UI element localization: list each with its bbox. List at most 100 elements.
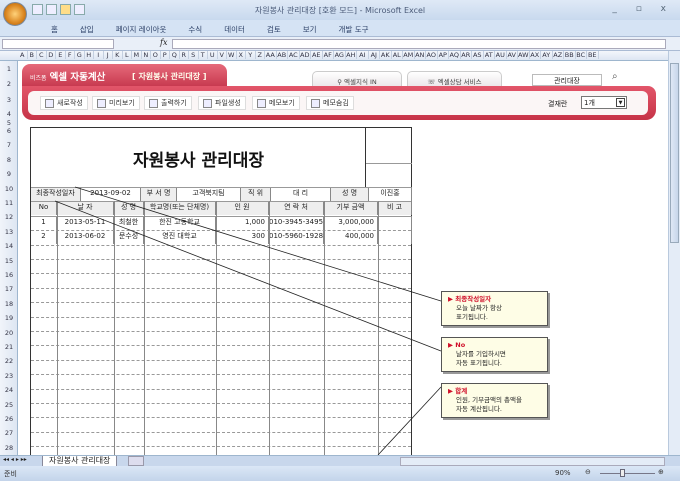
zoom-out-icon[interactable]: ⊖ <box>585 468 591 476</box>
ribbon-tab[interactable]: 개발 도구 <box>328 20 380 36</box>
column-header[interactable]: AH <box>346 51 357 59</box>
row-header[interactable]: 13 <box>0 228 18 236</box>
vertical-scrollbar[interactable] <box>668 51 680 455</box>
column-header[interactable]: BC <box>576 51 587 59</box>
row-header[interactable]: 5 <box>0 119 18 127</box>
name-box[interactable] <box>2 39 114 49</box>
row-header[interactable]: 18 <box>0 300 18 308</box>
worksheet[interactable]: ⚲ 엑셀지식 IN ☏ 엑셀상담 서비스 관리대장 ⌕ 비즈폼 엑셀 자동계산 [… <box>18 61 668 455</box>
ribbon-tab[interactable]: 보기 <box>292 20 328 36</box>
column-header[interactable]: AQ <box>449 51 461 59</box>
sheet-nav-icons[interactable]: ◂◂ ◂ ▸ ▸▸ <box>3 456 27 463</box>
column-header[interactable]: AY <box>541 51 553 59</box>
row-header[interactable]: 12 <box>0 213 18 221</box>
ribbon-tab[interactable]: 홈 <box>40 20 69 36</box>
row-header[interactable]: 8 <box>0 156 18 164</box>
row-header[interactable]: 7 <box>0 141 18 149</box>
column-header[interactable]: AX <box>530 51 541 59</box>
row-header[interactable]: 9 <box>0 170 18 178</box>
row-header[interactable]: 1 <box>0 65 18 73</box>
row-header[interactable]: 10 <box>0 185 18 193</box>
column-header[interactable]: T <box>199 51 208 59</box>
row-header[interactable]: 17 <box>0 285 18 293</box>
ribbon-tab[interactable]: 수식 <box>177 20 213 36</box>
row-header[interactable]: 6 <box>0 127 18 135</box>
column-header[interactable]: AJ <box>369 51 380 59</box>
zoom-level[interactable]: 90% <box>555 469 571 477</box>
office-button[interactable] <box>3 2 27 26</box>
column-header[interactable]: A <box>18 51 28 59</box>
row-header[interactable]: 22 <box>0 357 18 365</box>
column-header[interactable]: I <box>94 51 104 59</box>
column-header[interactable]: AF <box>323 51 334 59</box>
row-header[interactable]: 24 <box>0 386 18 394</box>
fx-icon[interactable]: fx <box>160 38 167 47</box>
column-header[interactable]: B <box>28 51 37 59</box>
ribbon-tab[interactable]: 검토 <box>256 20 292 36</box>
column-header[interactable]: AM <box>403 51 415 59</box>
column-header[interactable]: AI <box>357 51 369 59</box>
row-header[interactable]: 20 <box>0 329 18 337</box>
column-header[interactable]: F <box>66 51 75 59</box>
insert-sheet-icon[interactable] <box>128 456 144 466</box>
column-header[interactable]: BE <box>587 51 599 59</box>
column-header[interactable]: Q <box>170 51 180 59</box>
column-header[interactable]: C <box>37 51 47 59</box>
row-header[interactable]: 27 <box>0 429 18 437</box>
column-header[interactable]: Y <box>246 51 256 59</box>
column-header[interactable]: N <box>142 51 151 59</box>
zoom-in-icon[interactable]: ⊕ <box>658 468 664 476</box>
column-header[interactable]: AG <box>334 51 346 59</box>
row-header[interactable]: 19 <box>0 314 18 322</box>
column-header[interactable]: R <box>180 51 189 59</box>
column-header[interactable]: P <box>161 51 170 59</box>
column-header[interactable]: W <box>227 51 237 59</box>
column-header[interactable]: Z <box>256 51 265 59</box>
horizontal-scrollbar[interactable] <box>400 457 665 466</box>
column-header[interactable]: U <box>208 51 218 59</box>
window-controls[interactable]: _ ▫ x <box>612 4 674 14</box>
column-header[interactable]: M <box>132 51 142 59</box>
column-header[interactable]: X <box>237 51 246 59</box>
column-header[interactable]: AS <box>472 51 484 59</box>
column-header[interactable]: AL <box>392 51 403 59</box>
column-header[interactable]: AO <box>426 51 438 59</box>
column-header[interactable]: AW <box>518 51 530 59</box>
column-header[interactable]: AB <box>277 51 288 59</box>
column-header[interactable]: S <box>189 51 199 59</box>
row-header[interactable]: 4 <box>0 110 18 118</box>
row-header[interactable]: 21 <box>0 343 18 351</box>
column-header[interactable]: H <box>85 51 94 59</box>
row-header[interactable]: 11 <box>0 199 18 207</box>
column-header[interactable]: AZ <box>553 51 564 59</box>
row-header[interactable]: 2 <box>0 80 18 88</box>
column-header[interactable]: AT <box>484 51 495 59</box>
ribbon-tab[interactable]: 데이터 <box>213 20 256 36</box>
column-header[interactable]: AK <box>380 51 392 59</box>
column-header[interactable]: BB <box>564 51 576 59</box>
row-header[interactable]: 16 <box>0 271 18 279</box>
row-header[interactable]: 3 <box>0 96 18 104</box>
row-header[interactable]: 25 <box>0 401 18 409</box>
column-header[interactable]: AD <box>300 51 311 59</box>
column-header[interactable]: V <box>218 51 227 59</box>
column-header[interactable]: AE <box>311 51 323 59</box>
ribbon-tab[interactable]: 페이지 레이아웃 <box>105 20 178 36</box>
column-header[interactable]: D <box>47 51 56 59</box>
zoom-slider[interactable] <box>600 473 655 474</box>
column-header[interactable]: AR <box>461 51 472 59</box>
column-header[interactable]: E <box>56 51 66 59</box>
column-header[interactable]: AP <box>438 51 449 59</box>
column-header[interactable]: G <box>75 51 85 59</box>
ribbon-tab[interactable]: 삽입 <box>69 20 105 36</box>
row-header[interactable]: 28 <box>0 444 18 452</box>
column-header[interactable]: L <box>123 51 132 59</box>
scroll-thumb[interactable] <box>670 63 679 243</box>
column-header[interactable]: AC <box>288 51 300 59</box>
zoom-slider-thumb[interactable] <box>620 469 625 477</box>
column-header[interactable]: AU <box>495 51 507 59</box>
column-header[interactable]: O <box>151 51 161 59</box>
column-header[interactable]: AA <box>265 51 277 59</box>
column-header[interactable]: K <box>113 51 123 59</box>
row-header[interactable]: 26 <box>0 415 18 423</box>
